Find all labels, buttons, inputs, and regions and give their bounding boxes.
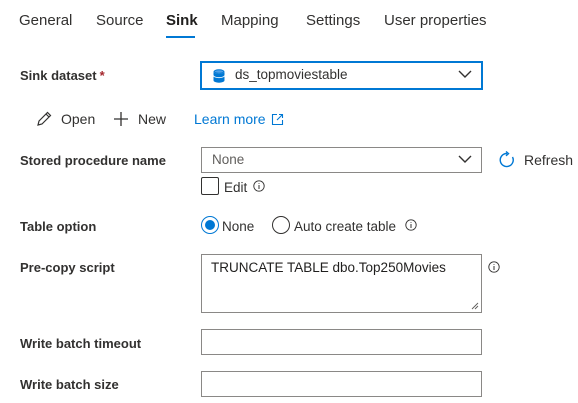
refresh-label: Refresh <box>524 152 574 168</box>
refresh-icon <box>499 151 514 168</box>
info-icon[interactable] <box>405 219 417 231</box>
write-batch-size-input[interactable] <box>201 371 482 397</box>
tab-sink[interactable]: Sink <box>166 12 198 29</box>
sink-dataset-label: Sink dataset * <box>20 68 105 83</box>
database-icon <box>213 69 225 83</box>
tab-general[interactable]: General <box>19 12 72 29</box>
table-option-none-label: None <box>222 219 255 234</box>
active-tab-indicator <box>166 36 195 38</box>
pencil-icon <box>37 111 52 126</box>
tab-bar: General Source Sink Mapping Settings Use… <box>0 0 578 40</box>
pre-copy-script-label: Pre-copy script <box>20 260 115 275</box>
write-batch-timeout-input[interactable] <box>201 329 482 355</box>
tab-settings[interactable]: Settings <box>306 12 360 29</box>
refresh-button[interactable]: Refresh <box>498 151 573 169</box>
open-button[interactable]: Open <box>35 110 95 128</box>
pre-copy-script-textarea[interactable]: TRUNCATE TABLE dbo.Top250Movies <box>201 254 482 313</box>
table-option-auto-create-label: Auto create table <box>294 219 397 234</box>
write-batch-size-label: Write batch size <box>20 377 119 392</box>
learn-more-label: Learn more <box>194 111 266 127</box>
plus-icon <box>114 112 128 126</box>
tab-user-properties[interactable]: User properties <box>384 12 487 29</box>
resize-grip-icon[interactable] <box>471 302 479 310</box>
open-label: Open <box>61 111 96 127</box>
stored-procedure-label: Stored procedure name <box>20 153 166 168</box>
required-marker: * <box>99 68 105 83</box>
chevron-down-icon <box>458 70 472 78</box>
tab-mapping[interactable]: Mapping <box>221 12 279 29</box>
table-option-auto-create-radio[interactable] <box>272 216 290 234</box>
stored-procedure-dropdown[interactable]: None <box>201 147 482 173</box>
info-icon[interactable] <box>488 261 500 273</box>
edit-label: Edit <box>224 180 248 195</box>
chevron-down-icon <box>458 155 472 163</box>
table-option-label: Table option <box>20 219 97 234</box>
table-option-none-radio[interactable] <box>201 216 219 234</box>
new-button[interactable]: New <box>112 110 166 128</box>
write-batch-timeout-label: Write batch timeout <box>20 336 142 351</box>
learn-more-link[interactable]: Learn more <box>194 111 284 127</box>
info-icon[interactable] <box>253 180 265 192</box>
edit-checkbox[interactable] <box>201 177 219 195</box>
sink-dataset-dropdown[interactable]: ds_topmoviestable <box>200 61 483 90</box>
sink-dataset-value: ds_topmoviestable <box>235 67 348 82</box>
external-link-icon <box>271 113 283 125</box>
new-label: New <box>138 111 167 127</box>
tab-source[interactable]: Source <box>96 12 144 29</box>
stored-procedure-value: None <box>212 152 245 167</box>
